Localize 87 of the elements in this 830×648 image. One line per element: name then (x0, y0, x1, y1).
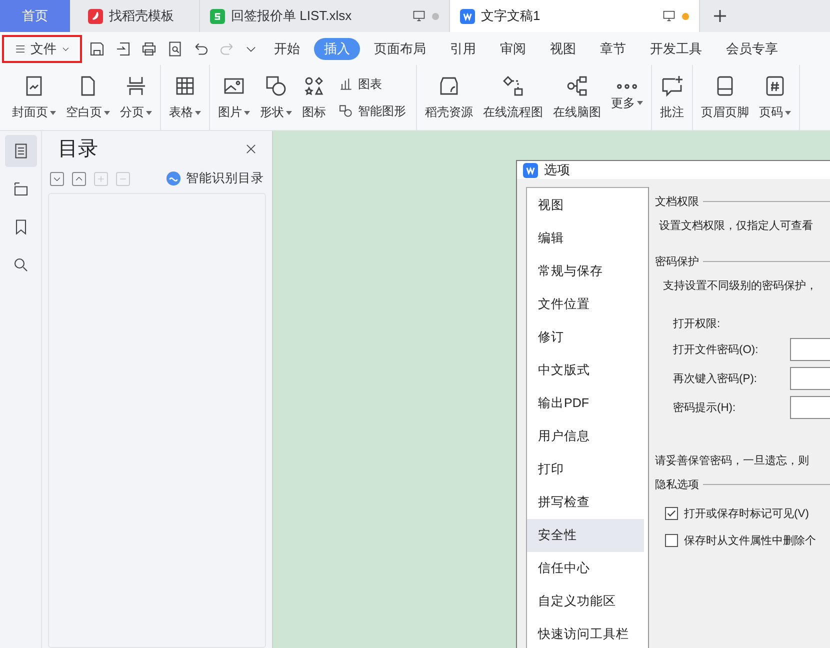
nav-item[interactable]: 编辑 (527, 222, 644, 255)
option-checkbox[interactable]: 保存时从文件属性中删除个 (655, 527, 830, 554)
collapse-button[interactable] (72, 172, 86, 186)
nav-item[interactable]: 修订 (527, 321, 644, 354)
ribbon-button[interactable]: 图标 (298, 70, 330, 125)
monitor-icon (662, 9, 676, 23)
save-icon (88, 40, 106, 58)
ribbon-button[interactable]: 更多 (607, 80, 647, 116)
ribbon-button[interactable]: 分页 (116, 70, 156, 125)
more-icon (617, 84, 637, 88)
document-tab[interactable]: 首页 (0, 0, 70, 32)
ribbon-button[interactable]: 形状 (256, 70, 296, 125)
ribbon-tab[interactable]: 视图 (540, 38, 586, 60)
ribbon-button[interactable]: 图表 (332, 74, 412, 94)
flowchart-icon (501, 74, 525, 98)
nav-item[interactable]: 文件位置 (527, 288, 644, 321)
panel-title: 目录 (58, 137, 98, 162)
search-icon (12, 256, 30, 274)
dialog-title: 选项 (544, 161, 570, 179)
ribbon-button[interactable]: 页眉页脚 (697, 70, 753, 125)
ribbon-tab[interactable]: 开发工具 (640, 38, 712, 60)
status-dot (682, 12, 689, 20)
bar-chart-icon (338, 76, 354, 92)
ribbon-tab[interactable]: 开始 (264, 38, 310, 60)
sheet-app-icon (210, 8, 225, 24)
checkbox[interactable] (665, 534, 678, 547)
nav-item[interactable]: 自定义功能区 (527, 585, 644, 618)
nav-item[interactable]: 打印 (527, 453, 644, 486)
export-icon (114, 40, 132, 58)
ribbon-button[interactable]: 表格 (165, 70, 205, 125)
section-heading: 隐私选项 (655, 478, 699, 492)
checkbox[interactable] (665, 507, 678, 520)
smart-graphic-icon (338, 103, 354, 119)
ribbon-button[interactable]: 图片 (214, 70, 254, 125)
option-checkbox[interactable]: 打开或保存时标记可见(V) (655, 500, 830, 527)
section-heading: 文档权限 (655, 194, 699, 208)
nav-item[interactable]: 输出PDF (527, 387, 644, 420)
print-preview-icon (166, 40, 184, 58)
mind-map-icon (565, 74, 589, 98)
printer-icon (140, 40, 158, 58)
writer-app-icon (460, 8, 475, 24)
nav-item[interactable]: 安全性 (527, 519, 644, 552)
field-label: 密码提示(H): (673, 400, 737, 415)
description-text: 设置文档权限，仅指定人可查看 (659, 218, 813, 232)
nav-item[interactable]: 信任中心 (527, 552, 644, 585)
plus-icon (96, 174, 106, 184)
ribbon-tab[interactable]: 引用 (440, 38, 486, 60)
warning-text: 请妥善保管密码，一旦遗忘，则 (655, 454, 809, 468)
status-dot (432, 12, 439, 20)
sidebar-button[interactable] (4, 135, 36, 167)
smart-toc-button[interactable]: 智能识别目录 (166, 170, 264, 187)
ribbon-button[interactable]: 空白页 (62, 70, 114, 125)
ribbon-button[interactable]: 在线脑图 (549, 70, 605, 125)
nav-item[interactable]: 视图 (527, 189, 644, 222)
ribbon-tab[interactable]: 会员专享 (716, 38, 788, 60)
nav-item[interactable]: 用户信息 (527, 420, 644, 453)
ribbon-tab[interactable]: 章节 (590, 38, 636, 60)
field-label: 打开文件密码(O): (673, 342, 760, 357)
ribbon-button[interactable]: 智能图形 (332, 102, 412, 120)
smart-recognize-icon (166, 171, 181, 186)
ribbon-button[interactable]: 封面页 (8, 70, 60, 125)
ribbon-button[interactable]: 在线流程图 (479, 70, 547, 125)
ribbon-tab[interactable]: 页面布局 (364, 38, 436, 60)
nav-item[interactable]: 快速访问工具栏 (527, 618, 644, 648)
description-text: 支持设置不同级别的密码保护， (663, 278, 817, 292)
monitor-icon (412, 9, 426, 23)
navigation-pane-icon (12, 180, 30, 198)
nav-item[interactable]: 常规与保存 (527, 255, 644, 288)
field-label: 再次键入密码(P): (673, 372, 758, 386)
file-menu-button[interactable]: 文件 (2, 34, 82, 62)
ribbon-button[interactable]: 页码 (755, 70, 795, 125)
ribbon-tab[interactable]: 审阅 (490, 38, 536, 60)
checkmark-icon (666, 508, 677, 519)
document-tab[interactable]: 文字文稿1 (450, 0, 700, 32)
expand-button[interactable] (50, 172, 64, 186)
nav-item[interactable]: 拼写检查 (527, 486, 644, 519)
plus-icon (711, 7, 729, 25)
ribbon-button[interactable]: 批注 (656, 70, 688, 125)
page-break-icon (124, 74, 148, 98)
comment-icon (660, 74, 684, 98)
docer-app-icon (88, 8, 103, 24)
shapes-icon (264, 74, 288, 98)
close-icon (244, 142, 258, 156)
group-label: 打开权限: (673, 316, 720, 330)
nav-item[interactable]: 中文版式 (527, 354, 644, 387)
ribbon-button[interactable]: 稻壳资源 (421, 70, 477, 125)
section-heading: 密码保护 (655, 254, 699, 268)
